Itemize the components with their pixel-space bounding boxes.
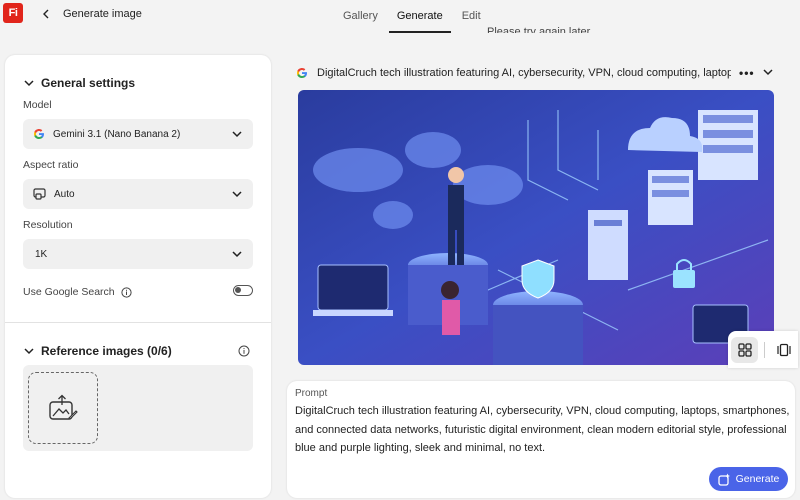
chevron-down-icon — [232, 251, 242, 258]
tab-gallery[interactable]: Gallery — [335, 0, 386, 33]
chevron-down-icon — [232, 131, 242, 138]
aspect-ratio-label: Aspect ratio — [23, 159, 79, 171]
general-settings-header[interactable]: General settings — [23, 76, 135, 90]
error-message: Please try again later. — [487, 26, 593, 33]
chevron-down-icon — [24, 348, 34, 355]
upload-image-button[interactable] — [28, 372, 98, 444]
aspect-ratio-value: Auto — [54, 188, 75, 200]
generate-icon — [717, 473, 730, 486]
google-search-toggle[interactable] — [233, 285, 253, 296]
reference-images-area — [23, 365, 253, 451]
view-separator — [764, 341, 765, 358]
back-arrow-icon[interactable] — [38, 6, 54, 22]
toggle-knob — [235, 287, 241, 293]
carousel-icon — [777, 343, 792, 356]
app-logo[interactable]: Fi — [3, 3, 23, 23]
resolution-value: 1K — [35, 248, 48, 260]
google-icon — [34, 129, 44, 139]
aspect-ratio-select[interactable]: Auto — [23, 179, 253, 209]
google-search-label: Use Google Search — [23, 286, 115, 298]
model-value: Gemini 3.1 (Nano Banana 2) — [53, 128, 181, 140]
single-view-button[interactable] — [771, 337, 798, 363]
chevron-down-icon[interactable] — [762, 66, 774, 78]
tab-bar: Gallery Generate Edit — [335, 0, 492, 33]
reference-images-header[interactable]: Reference images (0/6) — [23, 344, 172, 358]
view-switcher — [728, 331, 798, 368]
prompt-card: Prompt DigitalCruch tech illustration fe… — [287, 381, 795, 498]
model-select[interactable]: Gemini 3.1 (Nano Banana 2) — [23, 119, 253, 149]
grid-icon — [737, 342, 752, 357]
top-bar: Fi Generate image Gallery Generate Edit — [0, 0, 800, 34]
chevron-down-icon — [232, 191, 242, 198]
image-upload-icon — [49, 394, 78, 420]
info-icon[interactable] — [121, 286, 132, 298]
google-icon — [297, 68, 307, 78]
grid-view-button[interactable] — [731, 336, 759, 363]
settings-panel: General settings Model Gemini 3.1 (Nano … — [5, 55, 271, 498]
resolution-select[interactable]: 1K — [23, 239, 253, 269]
chevron-down-icon — [24, 80, 34, 87]
result-header: DigitalCruch tech illustration featuring… — [296, 64, 780, 82]
reference-images-title: Reference images (0/6) — [41, 344, 172, 358]
generated-image[interactable] — [298, 90, 774, 365]
model-label: Model — [23, 99, 52, 111]
resolution-label: Resolution — [23, 219, 73, 231]
prompt-input[interactable]: DigitalCruch tech illustration featuring… — [295, 402, 790, 458]
google-search-row: Use Google Search — [23, 286, 132, 298]
generate-label: Generate — [735, 473, 780, 485]
aspect-ratio-icon — [33, 188, 46, 200]
section-divider — [5, 322, 271, 323]
tab-generate[interactable]: Generate — [388, 0, 451, 33]
prompt-summary: DigitalCruch tech illustration featuring… — [317, 67, 731, 79]
info-icon[interactable] — [238, 345, 250, 357]
tab-edit[interactable]: Edit — [454, 0, 489, 33]
general-settings-title: General settings — [41, 76, 136, 90]
more-options-icon[interactable]: ••• — [739, 66, 755, 80]
page-title: Generate image — [63, 8, 142, 20]
generate-button[interactable]: Generate — [709, 467, 788, 491]
generated-image-illustration — [298, 90, 774, 365]
prompt-label: Prompt — [295, 388, 328, 399]
